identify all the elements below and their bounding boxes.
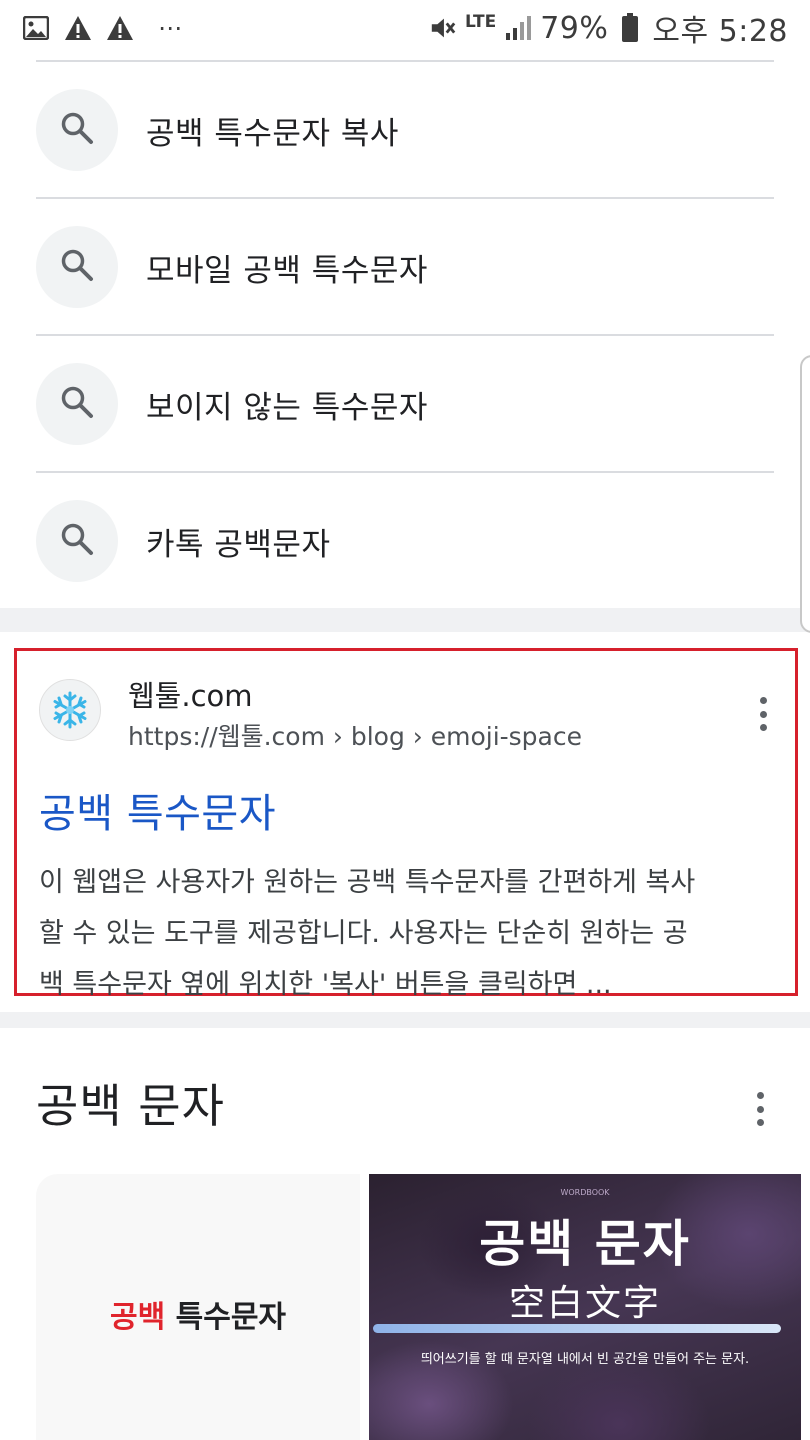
- snippet-line: 할 수 있는 도구를 제공합니다. 사용자는 단순히 원하는 공: [39, 918, 688, 949]
- search-result-card[interactable]: 웹툴.com https://웹툴.com › blog › emoji-spa…: [14, 648, 798, 1000]
- more-icon: ⋯: [158, 14, 183, 42]
- search-icon-badge: [36, 500, 118, 582]
- gallery-icon: [22, 14, 50, 42]
- thumbnail-title: 공백 문자: [479, 1215, 691, 1273]
- snowflake-icon: [39, 679, 101, 741]
- mute-icon: [429, 14, 457, 42]
- section-separator: [0, 608, 810, 632]
- search-icon: [60, 522, 94, 560]
- search-icon: [60, 248, 94, 286]
- scroll-handle[interactable]: [800, 355, 810, 633]
- suggestion-item[interactable]: 보이지 않는 특수문자: [36, 336, 774, 472]
- result-title-link[interactable]: 공백 특수문자: [39, 781, 276, 839]
- snippet-line: 백 특수문자 옆에 위치한 '복사' 버튼을 클릭하면 ...: [39, 969, 612, 1000]
- search-icon: [60, 111, 94, 149]
- thumbnail-text-dark: 특수문자: [165, 1300, 287, 1335]
- more-options-icon[interactable]: [748, 1092, 772, 1126]
- image-result-thumbnail[interactable]: 공백 특수문자: [36, 1174, 360, 1440]
- status-bar-right: LTE 79% 오후 5:28: [429, 6, 788, 50]
- thumbnail-text-red: 공백: [109, 1300, 166, 1335]
- result-snippet: 이 웹앱은 사용자가 원하는 공백 특수문자를 간편하게 복사 할 수 있는 도…: [39, 857, 779, 1010]
- signal-icon: [504, 14, 532, 42]
- suggestion-label: 공백 특수문자 복사: [146, 115, 399, 152]
- suggestion-item[interactable]: 카톡 공백문자: [36, 473, 774, 609]
- result-site-name: 웹툴.com: [128, 679, 253, 713]
- clock: 오후 5:28: [652, 14, 788, 49]
- search-icon-badge: [36, 89, 118, 171]
- warning-icon: [64, 14, 92, 42]
- status-bar: ⋯ LTE 79% 오후 5:28: [0, 0, 810, 56]
- result-url: https://웹툴.com › blog › emoji-space: [128, 722, 582, 751]
- search-icon-badge: [36, 363, 118, 445]
- lte-label: LTE: [464, 12, 497, 32]
- thumbnail-caption: 띄어쓰기를 할 때 문자열 내에서 빈 공간을 만들어 주는 문자.: [420, 1352, 750, 1367]
- search-icon-badge: [36, 226, 118, 308]
- thumbnail-text: 공백 특수문자: [110, 1292, 286, 1336]
- warning-icon: [106, 14, 134, 42]
- thumbnail-subtitle: 空白文字: [508, 1283, 661, 1324]
- snippet-line: 이 웹앱은 사용자가 원하는 공백 특수문자를 간편하게 복사: [39, 867, 696, 898]
- image-result-thumbnail[interactable]: WORDBOOK 공백 문자 空白文字 띄어쓰기를 할 때 문자열 내에서 빈 …: [369, 1174, 801, 1440]
- more-options-icon[interactable]: [751, 697, 775, 731]
- thumbnail-bar: [373, 1324, 781, 1333]
- suggestion-label: 카톡 공백문자: [146, 526, 331, 563]
- search-icon: [60, 385, 94, 423]
- suggestion-label: 모바일 공백 특수문자: [146, 252, 428, 289]
- suggestion-item[interactable]: 모바일 공백 특수문자: [36, 199, 774, 335]
- section-separator: [0, 1012, 810, 1028]
- thumbnail-watermark: WORDBOOK: [560, 1188, 610, 1197]
- status-bar-left: ⋯: [22, 14, 183, 42]
- section-title: 공백 문자: [36, 1079, 225, 1133]
- battery-icon: [616, 13, 644, 42]
- suggestion-item[interactable]: 공백 특수문자 복사: [36, 62, 774, 198]
- suggestion-label: 보이지 않는 특수문자: [146, 389, 428, 426]
- battery-percent: 79%: [540, 10, 609, 46]
